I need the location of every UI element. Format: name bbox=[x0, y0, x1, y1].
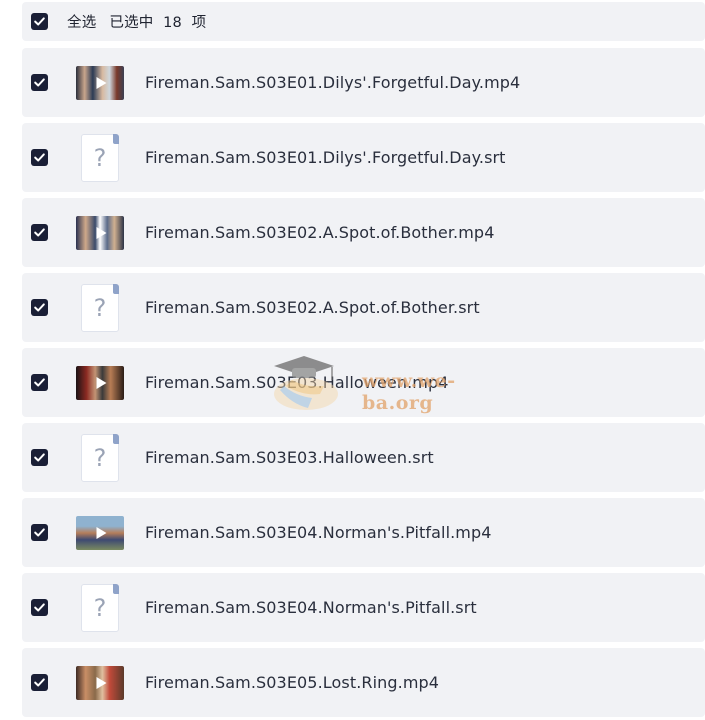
checkmark-icon bbox=[34, 603, 45, 612]
file-thumbnail bbox=[76, 58, 124, 108]
video-thumbnail bbox=[76, 515, 124, 550]
file-name[interactable]: Fireman.Sam.S03E01.Dilys'.Forgetful.Day.… bbox=[145, 148, 506, 167]
file-thumbnail: ? bbox=[76, 283, 124, 333]
checkmark-icon bbox=[34, 153, 45, 162]
play-icon bbox=[96, 226, 107, 239]
file-checkbox[interactable] bbox=[31, 524, 48, 541]
file-name[interactable]: Fireman.Sam.S03E03.Halloween.srt bbox=[145, 448, 434, 467]
play-icon bbox=[96, 376, 107, 389]
file-thumbnail bbox=[76, 208, 124, 258]
file-checkbox[interactable] bbox=[31, 374, 48, 391]
checkmark-icon bbox=[34, 378, 45, 387]
file-checkbox[interactable] bbox=[31, 149, 48, 166]
file-checkbox[interactable] bbox=[31, 599, 48, 616]
checkmark-icon bbox=[34, 17, 45, 26]
play-icon bbox=[96, 76, 107, 89]
file-name[interactable]: Fireman.Sam.S03E04.Norman's.Pitfall.mp4 bbox=[145, 523, 492, 542]
video-thumbnail bbox=[76, 65, 124, 100]
file-checkbox[interactable] bbox=[31, 74, 48, 91]
file-name[interactable]: Fireman.Sam.S03E05.Lost.Ring.mp4 bbox=[145, 673, 439, 692]
file-checkbox[interactable] bbox=[31, 224, 48, 241]
checkmark-icon bbox=[34, 678, 45, 687]
file-checkbox[interactable] bbox=[31, 299, 48, 316]
file-row[interactable]: Fireman.Sam.S03E01.Dilys'.Forgetful.Day.… bbox=[22, 48, 705, 117]
file-name[interactable]: Fireman.Sam.S03E02.A.Spot.of.Bother.mp4 bbox=[145, 223, 494, 242]
checkmark-icon bbox=[34, 453, 45, 462]
select-all-bar: 全选 已选中 18 项 bbox=[22, 2, 705, 41]
file-row[interactable]: Fireman.Sam.S03E03.Halloween.mp4 bbox=[22, 348, 705, 417]
checkmark-icon bbox=[34, 228, 45, 237]
file-thumbnail: ? bbox=[76, 433, 124, 483]
file-name[interactable]: Fireman.Sam.S03E04.Norman's.Pitfall.srt bbox=[145, 598, 477, 617]
play-icon bbox=[96, 526, 107, 539]
file-thumbnail bbox=[76, 358, 124, 408]
checkmark-icon bbox=[34, 78, 45, 87]
file-row[interactable]: ? Fireman.Sam.S03E02.A.Spot.of.Bother.sr… bbox=[22, 273, 705, 342]
unknown-file-icon: ? bbox=[81, 283, 119, 332]
file-thumbnail bbox=[76, 508, 124, 558]
file-row[interactable]: Fireman.Sam.S03E05.Lost.Ring.mp4 bbox=[22, 648, 705, 717]
file-thumbnail bbox=[76, 658, 124, 708]
file-name[interactable]: Fireman.Sam.S03E01.Dilys'.Forgetful.Day.… bbox=[145, 73, 520, 92]
play-icon bbox=[96, 676, 107, 689]
video-thumbnail bbox=[76, 215, 124, 250]
file-name[interactable]: Fireman.Sam.S03E03.Halloween.mp4 bbox=[145, 373, 449, 392]
checkmark-icon bbox=[34, 303, 45, 312]
selected-count-text: 已选中 18 项 bbox=[109, 15, 207, 31]
file-selection-list: 全选 已选中 18 项 Fireman.Sam.S03E01.Dilys'.Fo… bbox=[0, 0, 705, 720]
video-thumbnail bbox=[76, 665, 124, 700]
unknown-file-icon: ? bbox=[81, 433, 119, 482]
file-row[interactable]: ? Fireman.Sam.S03E04.Norman's.Pitfall.sr… bbox=[22, 573, 705, 642]
file-row[interactable]: Fireman.Sam.S03E02.A.Spot.of.Bother.mp4 bbox=[22, 198, 705, 267]
file-name[interactable]: Fireman.Sam.S03E02.A.Spot.of.Bother.srt bbox=[145, 298, 480, 317]
select-all-label[interactable]: 全选 bbox=[67, 11, 96, 32]
file-row[interactable]: ? Fireman.Sam.S03E03.Halloween.srt bbox=[22, 423, 705, 492]
file-checkbox[interactable] bbox=[31, 449, 48, 466]
unknown-file-icon: ? bbox=[81, 133, 119, 182]
unknown-file-icon: ? bbox=[81, 583, 119, 632]
file-thumbnail: ? bbox=[76, 583, 124, 633]
select-all-checkbox[interactable] bbox=[31, 13, 48, 30]
checkmark-icon bbox=[34, 528, 45, 537]
file-row[interactable]: ? Fireman.Sam.S03E01.Dilys'.Forgetful.Da… bbox=[22, 123, 705, 192]
video-thumbnail bbox=[76, 365, 124, 400]
file-row[interactable]: Fireman.Sam.S03E04.Norman's.Pitfall.mp4 bbox=[22, 498, 705, 567]
file-checkbox[interactable] bbox=[31, 674, 48, 691]
file-thumbnail: ? bbox=[76, 133, 124, 183]
